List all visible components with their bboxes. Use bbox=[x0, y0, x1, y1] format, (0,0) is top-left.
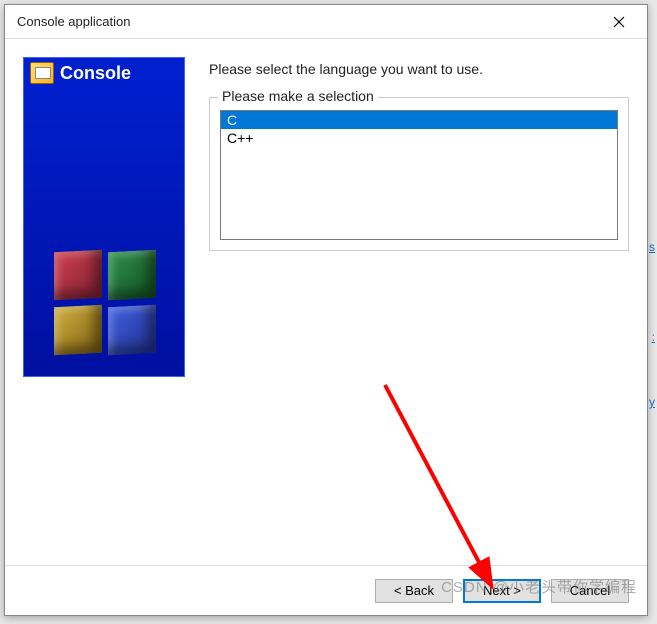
cubes-graphic bbox=[46, 251, 166, 366]
button-row: < Back Next > Cancel bbox=[5, 565, 647, 615]
back-button[interactable]: < Back bbox=[375, 579, 453, 603]
cube-green-icon bbox=[108, 250, 156, 301]
language-listbox[interactable]: C C++ bbox=[220, 110, 618, 240]
dialog-title: Console application bbox=[17, 14, 603, 29]
console-application-dialog: Console application Console Please selec… bbox=[4, 4, 648, 616]
cube-red-icon bbox=[54, 250, 102, 301]
bg-link: : bbox=[652, 330, 655, 344]
list-item-cpp[interactable]: C++ bbox=[221, 129, 617, 147]
cancel-button[interactable]: Cancel bbox=[551, 579, 629, 603]
bg-link: s bbox=[649, 240, 655, 254]
main-area: Please select the language you want to u… bbox=[209, 57, 629, 547]
close-icon bbox=[613, 16, 625, 28]
cube-yellow-icon bbox=[54, 305, 102, 356]
close-button[interactable] bbox=[603, 10, 635, 34]
bg-link: y bbox=[649, 395, 655, 409]
titlebar: Console application bbox=[5, 5, 647, 39]
selection-fieldset: Please make a selection C C++ bbox=[209, 97, 629, 251]
instruction-text: Please select the language you want to u… bbox=[209, 61, 629, 77]
list-item-c[interactable]: C bbox=[221, 111, 617, 129]
console-header: Console bbox=[24, 58, 184, 88]
fieldset-legend: Please make a selection bbox=[218, 88, 378, 104]
console-app-icon bbox=[30, 62, 54, 84]
cube-blue-icon bbox=[108, 305, 156, 356]
console-label: Console bbox=[60, 63, 131, 84]
next-button[interactable]: Next > bbox=[463, 579, 541, 603]
dialog-content: Console Please select the language you w… bbox=[5, 39, 647, 565]
wizard-sidebar: Console bbox=[23, 57, 185, 377]
